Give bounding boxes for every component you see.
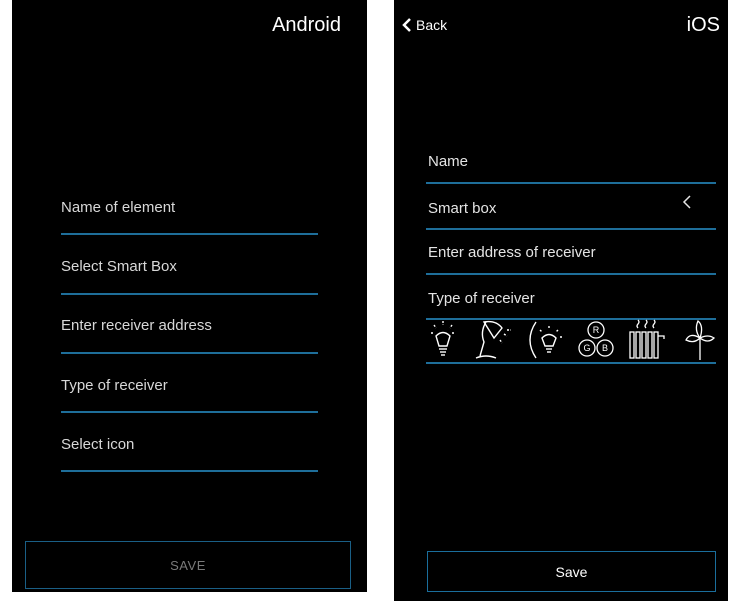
select-icon-field[interactable]: Select icon (61, 436, 318, 456)
android-screen: Android Name of element Select Smart Box… (12, 0, 367, 592)
field-underline (61, 293, 318, 295)
rgb-icon[interactable]: R G B (576, 318, 616, 362)
svg-text:R: R (593, 325, 600, 335)
save-button[interactable]: SAVE (25, 541, 351, 589)
select-smart-box-field[interactable]: Select Smart Box (61, 258, 318, 278)
svg-text:G: G (583, 343, 590, 353)
platform-label: Android (272, 14, 341, 36)
platform-label: iOS (686, 14, 720, 36)
desk-lamp-icon[interactable] (474, 318, 516, 362)
save-button[interactable]: Save (427, 551, 716, 592)
field-underline (61, 233, 318, 235)
field-underline (426, 273, 716, 275)
receiver-address-field[interactable]: Enter address of receiver (428, 244, 714, 266)
name-field[interactable]: Name (428, 153, 714, 175)
chevron-left-icon (402, 18, 411, 32)
field-underline (61, 352, 318, 354)
chevron-left-icon[interactable] (682, 194, 692, 210)
svg-text:B: B (602, 343, 608, 353)
bulb-icon[interactable] (428, 318, 458, 362)
fan-icon[interactable] (680, 318, 716, 362)
back-label: Back (416, 17, 448, 33)
back-button[interactable]: Back (402, 17, 447, 33)
receiver-type-icons: R G B (428, 318, 716, 362)
field-underline (61, 411, 318, 413)
type-of-receiver-field[interactable]: Type of receiver (61, 377, 318, 397)
smart-box-field[interactable]: Smart box (428, 200, 714, 222)
heater-icon[interactable] (626, 318, 670, 362)
receiver-address-field[interactable]: Enter receiver address (61, 317, 318, 337)
name-of-element-field[interactable]: Name of element (61, 199, 318, 219)
field-underline (426, 228, 716, 230)
field-underline (426, 182, 716, 184)
type-of-receiver-field[interactable]: Type of receiver (428, 290, 714, 312)
field-underline (61, 470, 318, 472)
dimmable-light-icon[interactable] (526, 318, 568, 362)
field-underline (426, 362, 716, 364)
ios-screen: Back iOS Name Smart box Enter address of… (394, 0, 728, 601)
